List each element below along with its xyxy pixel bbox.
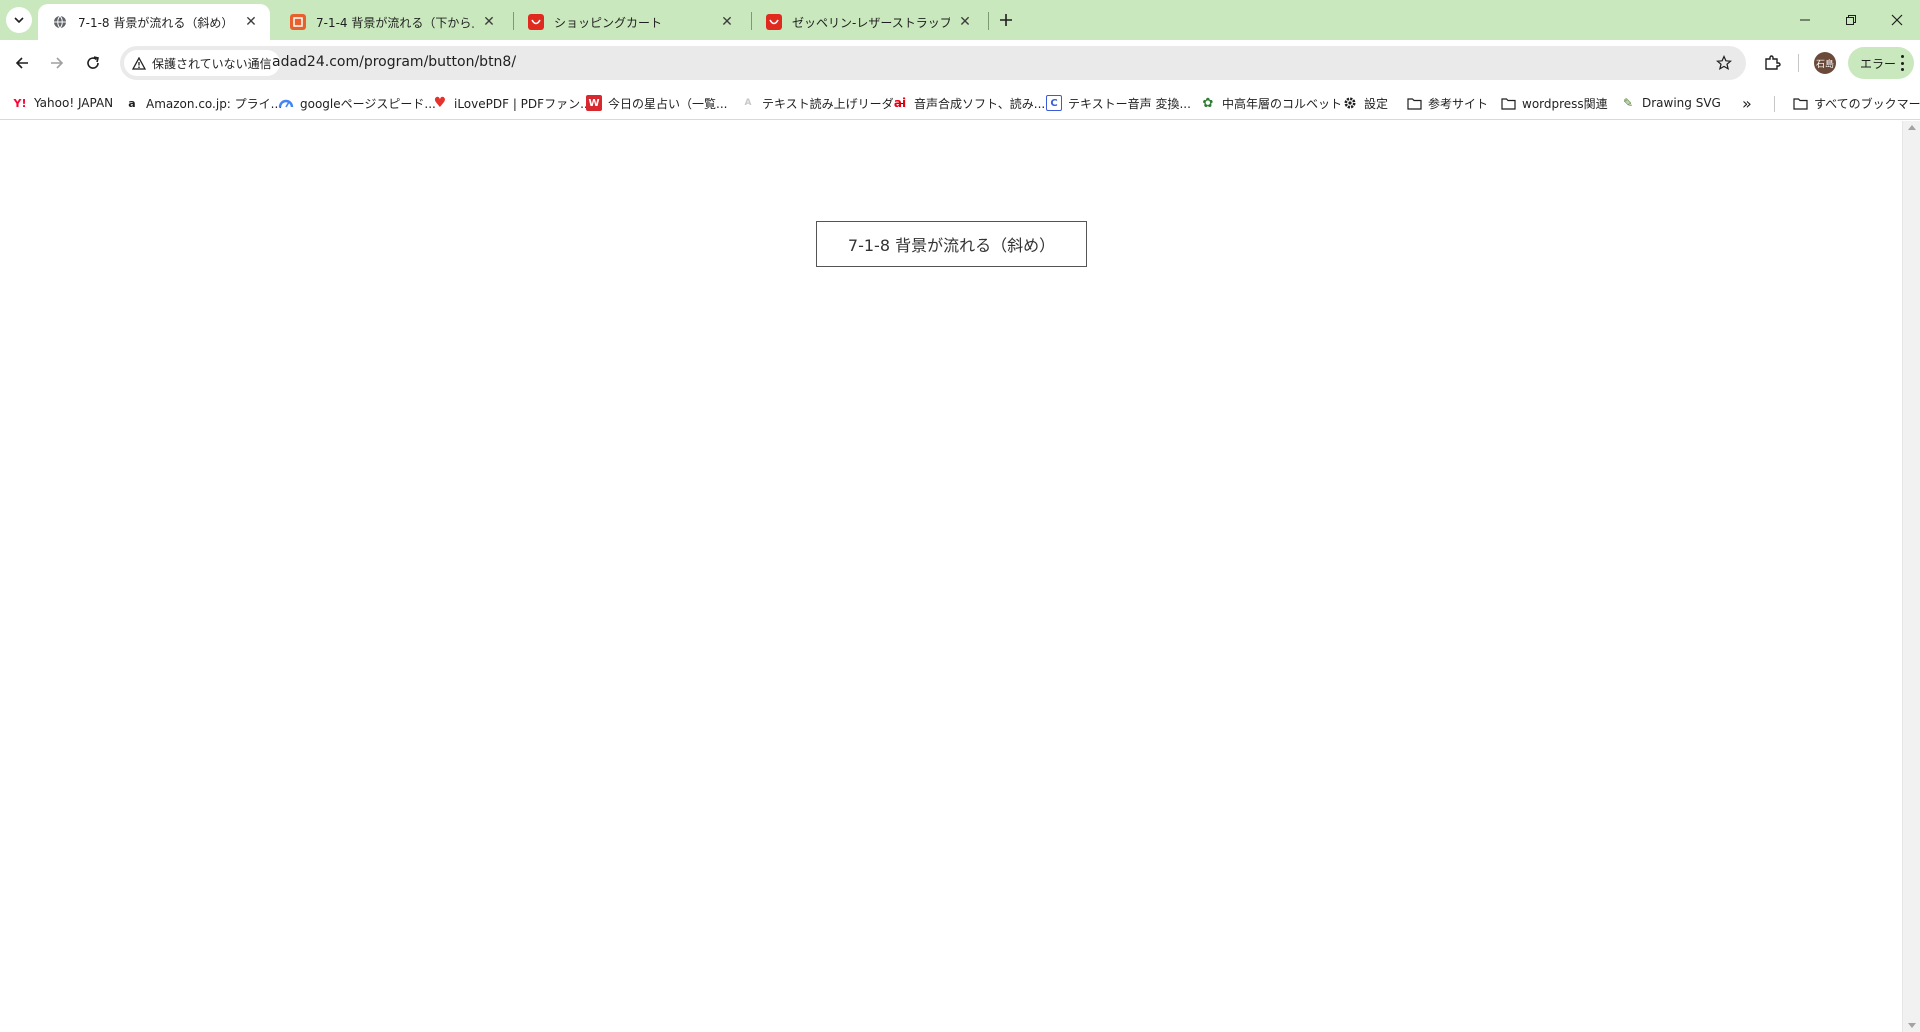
tab-title: 7-1-8 背景が流れる（斜め） (78, 15, 234, 30)
bookmark-yahoo[interactable]: Y! Yahoo! JAPAN (12, 92, 114, 114)
tab-title: ショッピングカート (554, 15, 663, 30)
c-icon: C (1046, 95, 1062, 111)
bookmark-label: Yahoo! JAPAN (34, 96, 114, 110)
folder-icon (1792, 95, 1808, 111)
ilovepdf-icon: ♥ (433, 95, 447, 111)
red-shop-icon (766, 14, 782, 30)
bookmark-label: iLovePDF | PDFファン... (454, 96, 592, 111)
toolbar-divider (1798, 54, 1799, 72)
bookmark-pagespeed[interactable]: googleページスピード... (278, 92, 436, 114)
scroll-up-arrow-icon[interactable] (1908, 125, 1916, 130)
scroll-down-arrow-icon[interactable] (1908, 1023, 1916, 1028)
svg-icon: ✎ (1622, 96, 1634, 110)
tab-4[interactable]: ゼッペリン-レザーストラップ付きメンズ ✕ (752, 4, 984, 40)
profile-error-chip[interactable]: エラー (1848, 47, 1914, 79)
close-icon (1891, 14, 1903, 26)
amazon-icon: a (128, 96, 136, 110)
bookmark-ilovepdf[interactable]: ♥ iLovePDF | PDFファン... (432, 92, 592, 114)
bookmark-label: Drawing SVG (1642, 96, 1721, 110)
security-indicator[interactable]: 保護されていない通信 (124, 50, 280, 76)
bookmark-label: googleページスピード... (300, 96, 436, 111)
forward-arrow-icon (51, 57, 64, 69)
security-label: 保護されていない通信 (152, 56, 272, 71)
folder-icon (1500, 95, 1516, 111)
close-icon[interactable]: ✕ (480, 13, 498, 31)
close-window-button[interactable] (1874, 0, 1920, 40)
back-arrow-icon (15, 57, 28, 69)
avatar[interactable]: 石島 (1814, 52, 1836, 74)
bookmark-tts-reader[interactable]: A テキスト読み上げリーダー (740, 92, 906, 114)
plus-icon (1000, 14, 1012, 26)
bookmark-label: 中高年層のコルベット (1222, 96, 1343, 111)
bookmark-horoscope[interactable]: W 今日の星占い（一覧... (586, 92, 727, 114)
folder-icon (1406, 95, 1422, 111)
new-tab-button[interactable] (994, 8, 1018, 32)
tab-2[interactable]: 7-1-4 背景が流れる（下から上） ✕ (276, 4, 508, 40)
bookmark-label: テキストー音声 変換... (1068, 96, 1191, 111)
star-icon (1716, 55, 1732, 71)
tab-strip: 7-1-8 背景が流れる（斜め） ✕ 7-1-4 背景が流れる（下から上） ✕ … (0, 0, 1920, 40)
bookmark-corvette[interactable]: ✿ 中高年層のコルベット (1200, 92, 1342, 114)
bookmark-label: 設定 (1364, 96, 1389, 111)
bookmark-folder-reference[interactable]: 参考サイト (1406, 92, 1488, 114)
yahoo-icon: Y! (13, 96, 27, 110)
bookmark-label: 参考サイト (1428, 96, 1489, 111)
bookmark-label: Amazon.co.jp: プライ... (146, 96, 283, 111)
bookmark-label: テキスト読み上げリーダー (762, 96, 906, 111)
toolbar: 保護されていない通信 adad24.com/program/button/btn… (0, 40, 1920, 86)
demo-diagonal-flow-button[interactable]: 7-1-8 背景が流れる（斜め） (816, 221, 1087, 267)
restore-icon (1846, 15, 1856, 25)
tab-3[interactable]: ショッピングカート ✕ (514, 4, 746, 40)
ai-voice-icon: ai (893, 96, 907, 110)
profile-chip-label: エラー (1860, 56, 1897, 71)
pagespeed-icon (278, 95, 294, 111)
frog-icon: ✿ (1202, 95, 1214, 111)
menu-dots-icon[interactable] (1900, 55, 1904, 71)
close-icon[interactable]: ✕ (242, 13, 260, 31)
tab-title: ゼッペリン-レザーストラップ付きメンズ (792, 15, 950, 30)
bookmark-text-to-speech[interactable]: C テキストー音声 変換... (1046, 92, 1191, 114)
bookmark-label: すべてのブックマーク (1814, 96, 1920, 111)
extensions-button[interactable] (1760, 51, 1784, 75)
tab-title: 7-1-4 背景が流れる（下から上） (316, 15, 474, 30)
all-bookmarks-folder[interactable]: すべてのブックマーク (1792, 92, 1920, 114)
bookmark-star-button[interactable] (1714, 53, 1734, 73)
vertical-scrollbar[interactable] (1902, 121, 1920, 1032)
bookmark-ai-voice[interactable]: ai 音声合成ソフト、読み... (892, 92, 1045, 114)
tab-separator (988, 12, 989, 30)
gear-icon (1342, 95, 1358, 111)
tts-icon: A (744, 98, 752, 108)
bookmark-amazon[interactable]: a Amazon.co.jp: プライ... (124, 92, 282, 114)
tab-search-button[interactable] (6, 7, 32, 33)
back-button[interactable] (8, 49, 36, 77)
minimize-button[interactable] (1782, 0, 1828, 40)
bookmarks-overflow-icon[interactable]: » (1742, 94, 1752, 113)
address-bar[interactable]: 保護されていない通信 adad24.com/program/button/btn… (120, 46, 1746, 80)
orange-site-icon (290, 14, 306, 30)
bookmark-settings[interactable]: 設定 (1342, 92, 1388, 114)
close-icon[interactable]: ✕ (956, 13, 974, 31)
url-text[interactable]: adad24.com/program/button/btn8/ (272, 54, 516, 70)
tab-1[interactable]: 7-1-8 背景が流れる（斜め） ✕ (38, 4, 270, 40)
minimize-icon (1800, 19, 1810, 21)
warning-icon (132, 56, 146, 70)
bookmarks-divider (1774, 96, 1775, 112)
close-icon[interactable]: ✕ (718, 13, 736, 31)
horoscope-icon: W (586, 95, 602, 111)
bookmark-folder-wordpress[interactable]: wordpress関連 (1500, 92, 1608, 114)
bookmark-label: 音声合成ソフト、読み... (914, 96, 1046, 111)
bookmark-label: 今日の星占い（一覧... (608, 96, 728, 111)
reload-button[interactable] (79, 49, 107, 77)
reload-icon (87, 56, 99, 69)
forward-button[interactable] (43, 49, 71, 77)
restore-button[interactable] (1828, 0, 1874, 40)
globe-icon (52, 14, 68, 30)
chevron-down-icon (14, 17, 24, 24)
bookmark-label: wordpress関連 (1522, 96, 1608, 111)
puzzle-icon (1765, 55, 1781, 70)
bookmark-drawing-svg[interactable]: ✎ Drawing SVG (1620, 92, 1721, 114)
bookmarks-bar: Y! Yahoo! JAPAN a Amazon.co.jp: プライ... g… (0, 86, 1920, 120)
page-content: 7-1-8 背景が流れる（斜め） (0, 121, 1902, 1032)
red-shop-icon (528, 14, 544, 30)
